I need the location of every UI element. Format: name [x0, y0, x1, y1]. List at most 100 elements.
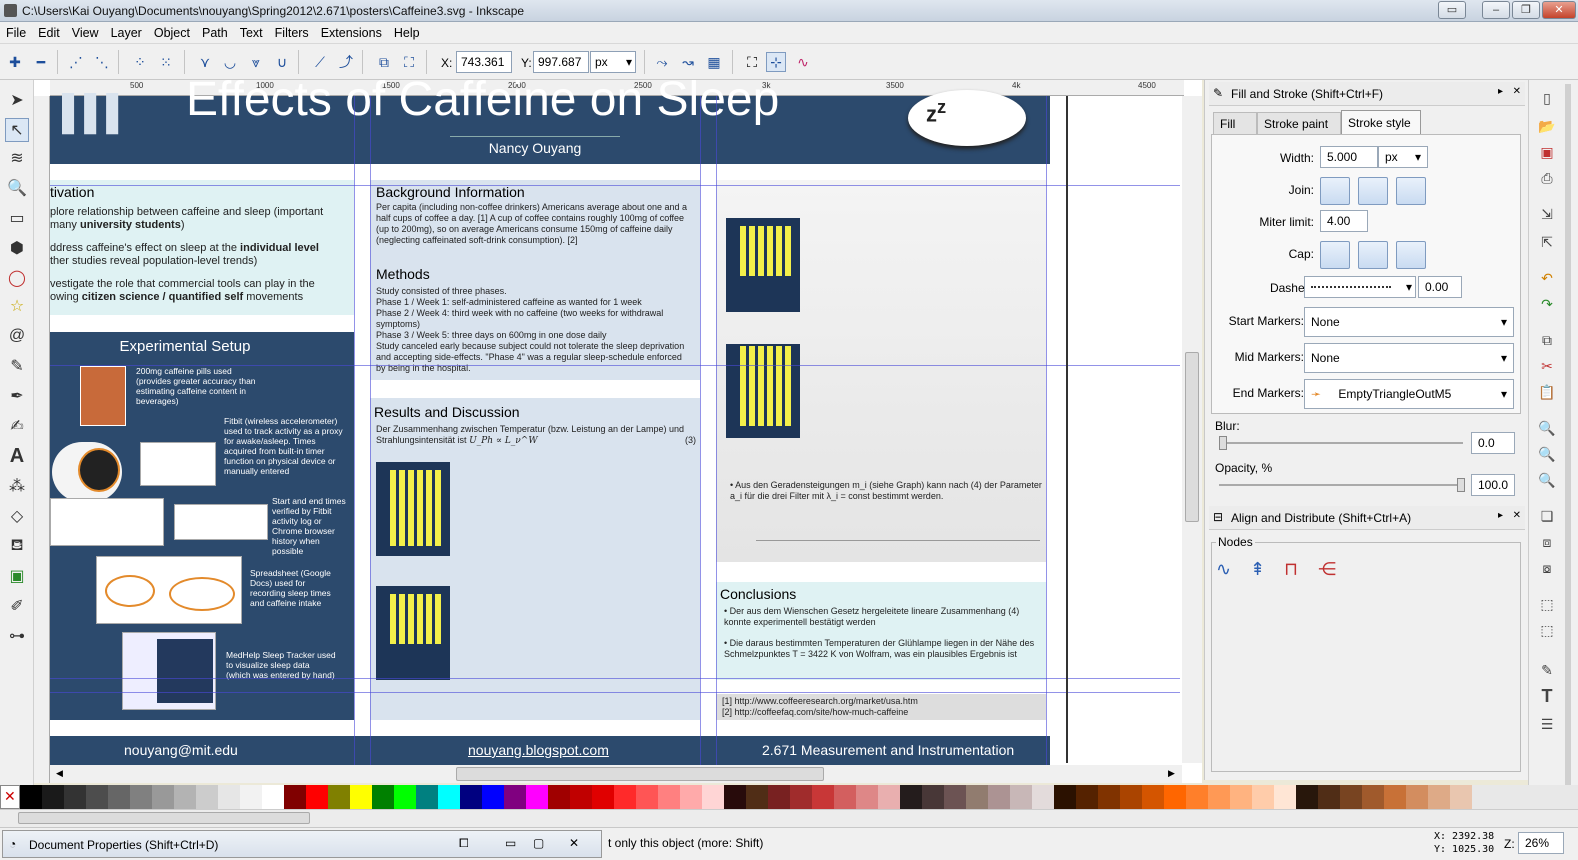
x-coordinate-input[interactable]: 743.361 — [456, 51, 512, 73]
color-swatch[interactable] — [702, 785, 724, 809]
color-swatch[interactable] — [1296, 785, 1318, 809]
segment-curve-icon[interactable]: ⤴ — [336, 52, 356, 72]
color-swatch[interactable] — [196, 785, 218, 809]
guide-line[interactable] — [716, 96, 717, 766]
group-icon[interactable]: ⬚ — [1537, 594, 1557, 614]
star-tool-icon[interactable]: ☆ — [5, 294, 29, 318]
node-cusp-icon[interactable]: ⋎ — [195, 52, 215, 72]
tab-stroke-paint[interactable]: Stroke paint — [1257, 112, 1341, 134]
menu-edit[interactable]: Edit — [32, 26, 66, 40]
guide-line[interactable] — [50, 678, 1180, 679]
print-icon[interactable]: ⎙ — [1537, 168, 1557, 188]
color-swatch[interactable] — [306, 785, 328, 809]
horizontal-scroll-thumb[interactable] — [456, 767, 824, 781]
insert-node-icon[interactable]: ✚ — [5, 52, 25, 72]
join-bevel-button[interactable] — [1396, 177, 1426, 205]
color-swatch[interactable] — [350, 785, 372, 809]
width-input[interactable]: 5.000 — [1320, 146, 1378, 168]
color-swatch[interactable] — [790, 785, 812, 809]
commands-scrollbar[interactable] — [1565, 84, 1571, 794]
cap-square-button[interactable] — [1396, 241, 1426, 269]
close-icon[interactable]: ✕ — [569, 836, 579, 850]
align-nodes-horizontal-icon[interactable]: ∿ — [1216, 559, 1231, 580]
color-swatch[interactable] — [240, 785, 262, 809]
color-swatch[interactable] — [1164, 785, 1186, 809]
y-coordinate-input[interactable]: 997.687 — [533, 51, 589, 73]
motivation-section[interactable]: tivation plore relationship between caff… — [50, 180, 354, 315]
redo-icon[interactable]: ↷ — [1537, 294, 1557, 314]
guide-line[interactable] — [50, 692, 1180, 693]
guide-line[interactable] — [1046, 96, 1047, 766]
color-swatch[interactable] — [1384, 785, 1406, 809]
3dbox-tool-icon[interactable]: ⬢ — [5, 236, 29, 260]
path-effect-icon[interactable]: ⤳ — [652, 52, 672, 72]
layers-icon[interactable]: ☰ — [1537, 714, 1557, 734]
palette-scrollbar[interactable] — [0, 809, 1578, 827]
eraser-tool-icon[interactable]: ◇ — [5, 504, 29, 528]
dropper-tool-icon[interactable]: ✐ — [5, 594, 29, 618]
clone-icon[interactable]: ⧈ — [1537, 532, 1557, 552]
width-unit-select[interactable]: px ▾ — [1378, 146, 1428, 168]
color-swatch[interactable] — [548, 785, 570, 809]
selector-tool-icon[interactable]: ➤ — [5, 88, 29, 112]
blur-input[interactable]: 0.0 — [1471, 432, 1515, 454]
join-nodes-icon[interactable]: ⋰ — [66, 52, 86, 72]
segment-line-icon[interactable]: ⟋ — [310, 52, 330, 72]
paint-bucket-tool-icon[interactable]: ⛾ — [5, 534, 29, 558]
guide-line[interactable] — [370, 96, 371, 766]
color-swatch[interactable] — [1186, 785, 1208, 809]
unlink-clone-icon[interactable]: ⧇ — [1537, 558, 1557, 578]
footer-blog[interactable]: nouyang.blogspot.com — [468, 742, 609, 758]
color-swatch[interactable] — [614, 785, 636, 809]
vertical-scrollbar[interactable] — [1182, 96, 1202, 763]
footer-email[interactable]: nouyang@mit.edu — [124, 742, 238, 758]
scroll-left-icon[interactable]: ◀ — [56, 768, 63, 779]
dash-offset-input[interactable]: 0.00 — [1418, 276, 1462, 298]
undo-icon[interactable]: ↶ — [1537, 268, 1557, 288]
tab-stroke-style[interactable]: Stroke style — [1341, 110, 1421, 134]
distribute-nodes-horizontal-icon[interactable]: ⊓ — [1284, 559, 1298, 580]
color-swatch[interactable] — [922, 785, 944, 809]
maximize-icon[interactable]: ▢ — [533, 836, 544, 850]
guide-line[interactable] — [50, 365, 1180, 366]
export-icon[interactable]: ⇱ — [1537, 232, 1557, 252]
color-swatch[interactable] — [438, 785, 460, 809]
color-swatch[interactable] — [1274, 785, 1296, 809]
show-outline-icon[interactable]: ∿ — [793, 52, 813, 72]
color-swatch[interactable] — [988, 785, 1010, 809]
color-swatch[interactable] — [724, 785, 746, 809]
miter-limit-input[interactable]: 4.00 — [1320, 210, 1368, 232]
color-swatch[interactable] — [1362, 785, 1384, 809]
references-section[interactable]: [1] http://www.coffeeresearch.org/market… — [716, 694, 1046, 720]
menu-path[interactable]: Path — [196, 26, 234, 40]
experimental-setup-section[interactable]: Experimental Setup 200mg caffeine pills … — [50, 332, 354, 720]
conclusions-section[interactable]: Conclusions • Der aus dem Wienschen Gese… — [716, 582, 1046, 680]
text-tool-icon[interactable]: A — [5, 444, 29, 468]
spiral-tool-icon[interactable]: @ — [5, 324, 29, 348]
node-smooth-icon[interactable]: ◡ — [220, 52, 240, 72]
opacity-slider[interactable] — [1219, 478, 1465, 492]
color-swatch[interactable] — [834, 785, 856, 809]
unit-select[interactable]: px ▾ — [590, 51, 636, 73]
menu-object[interactable]: Object — [148, 26, 196, 40]
color-swatch[interactable] — [86, 785, 108, 809]
color-swatch[interactable] — [42, 785, 64, 809]
footer-course[interactable]: 2.671 Measurement and Instrumentation — [762, 742, 1014, 758]
color-swatch[interactable] — [1252, 785, 1274, 809]
end-markers-select[interactable]: ➛ EmptyTriangleOutM5 ▾ — [1304, 379, 1514, 409]
distribute-nodes-vertical-icon[interactable]: ⋲ — [1318, 559, 1336, 580]
opacity-input[interactable]: 100.0 — [1471, 474, 1515, 496]
open-icon[interactable]: 📂 — [1537, 116, 1557, 136]
color-swatch[interactable] — [1340, 785, 1362, 809]
save-icon[interactable]: ▣ — [1537, 142, 1557, 162]
help-window-button[interactable]: ▭ — [1438, 1, 1466, 19]
color-swatch[interactable] — [460, 785, 482, 809]
paste-icon[interactable]: 📋 — [1537, 382, 1557, 402]
start-markers-select[interactable]: None ▾ — [1304, 307, 1514, 337]
close-icon[interactable]: ✕ — [1513, 510, 1521, 521]
color-swatch[interactable] — [130, 785, 152, 809]
color-swatch[interactable] — [878, 785, 900, 809]
pen-tool-icon[interactable]: ✒ — [5, 384, 29, 408]
palette-scroll-thumb[interactable] — [18, 812, 310, 824]
menu-extensions[interactable]: Extensions — [315, 26, 388, 40]
